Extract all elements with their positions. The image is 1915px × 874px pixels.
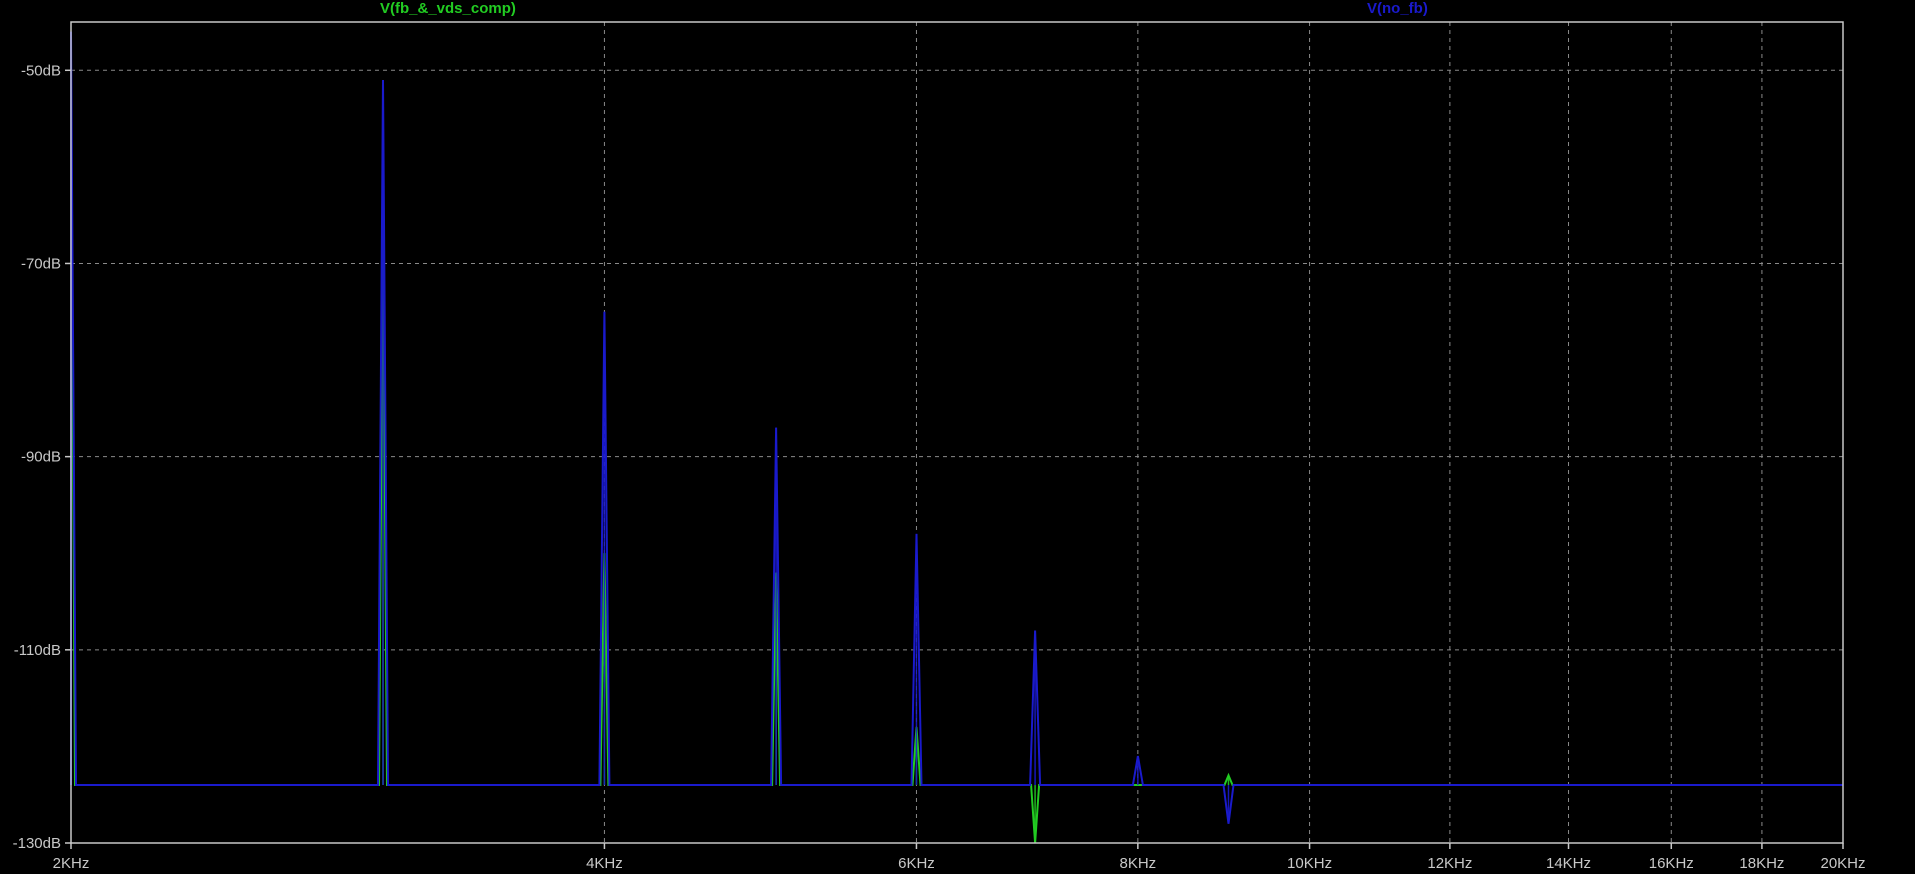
traces	[70, 31, 1843, 844]
x-tick-label: 14KHz	[1546, 855, 1591, 872]
grid	[71, 22, 1843, 843]
y-tick-label: -70dB	[21, 255, 61, 272]
series-line-no-fb	[70, 31, 1843, 824]
x-tick-label: 20KHz	[1820, 855, 1865, 872]
x-axis: 2KHz 4KHz 6KHz 8KHz 10KHz 12KHz 14KHz 16KHz 18KH…	[53, 843, 1866, 872]
x-tick-label: 8KHz	[1120, 855, 1157, 872]
x-tick-label: 10KHz	[1287, 855, 1332, 872]
x-tick-label: 12KHz	[1427, 855, 1472, 872]
y-tick-label: -110dB	[14, 642, 61, 659]
y-tick-label: -90dB	[21, 449, 61, 466]
series-line-fb-vds-comp	[70, 89, 1843, 844]
x-tick-label: 6KHz	[898, 855, 935, 872]
x-tick-label: 4KHz	[586, 855, 623, 872]
x-tick-label: 2KHz	[53, 855, 90, 872]
y-tick-label: -130dB	[13, 835, 61, 852]
plot-frame	[70, 21, 1844, 844]
x-tick-label: 16KHz	[1649, 855, 1694, 872]
y-axis: -50dB -70dB -90dB -110dB -130dB	[13, 62, 71, 852]
x-tick-label: 18KHz	[1739, 855, 1784, 872]
spectrum-plot[interactable]: -50dB -70dB -90dB -110dB -130dB 2KHz 4KHz 6KHz…	[0, 0, 1915, 874]
y-tick-label: -50dB	[21, 62, 61, 79]
